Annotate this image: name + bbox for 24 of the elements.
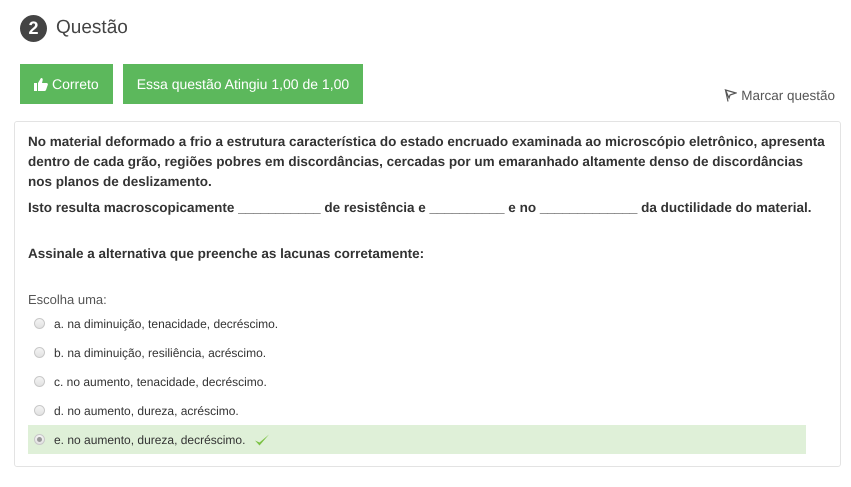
thumbs-up-icon (34, 78, 48, 90)
question-text: No material deformado a frio a estrutura característica do estado encruado examinada ao microscópio eletrônico, apresenta dentro de cada grão, regiões pobres em discordâncias, cercadas por um emaranhado altamente denso de discordâncias nos planos de deslizamento. (28, 133, 826, 191)
radio-button[interactable] (34, 434, 45, 445)
option-label: e. no aumento, dureza, decréscimo. (54, 432, 246, 446)
radio-button[interactable] (34, 347, 45, 358)
flag-icon (724, 89, 738, 102)
answer-option[interactable]: a. na diminuição, tenacidade, decréscimo. (28, 309, 806, 338)
selected-answer-row[interactable]: e. no aumento, dureza, decréscimo. (28, 425, 806, 454)
answer-option[interactable]: b. na diminuição, resiliência, acréscimo. (28, 338, 806, 367)
question-text: Isto resulta macroscopicamente ___________ de resistência e __________ e no _____________ da ductilidade do material. (28, 199, 812, 217)
radio-button[interactable] (34, 405, 45, 416)
flag-question-link[interactable]: Marcar questão (724, 88, 835, 103)
answer-option[interactable]: c. no aumento, tenacidade, decréscimo. (28, 367, 806, 396)
choice-prompt: Escolha uma: (28, 292, 108, 307)
option-label: b. na diminuição, resiliência, acréscimo. (54, 346, 266, 360)
question-text: Assinale a alternativa que preenche as lacunas corretamente: (28, 245, 426, 263)
radio-button[interactable] (34, 318, 45, 329)
option-label: c. no aumento, tenacidade, decréscimo. (54, 374, 267, 388)
answer-option[interactable]: d. no aumento, dureza, acréscimo. (28, 396, 806, 425)
question-title: Questão (56, 17, 128, 39)
radio-button[interactable] (34, 376, 45, 387)
question-number: 2 (20, 14, 47, 42)
option-label: a. na diminuição, tenacidade, decréscimo. (54, 316, 278, 330)
option-label: d. no aumento, dureza, acréscimo. (54, 404, 239, 418)
